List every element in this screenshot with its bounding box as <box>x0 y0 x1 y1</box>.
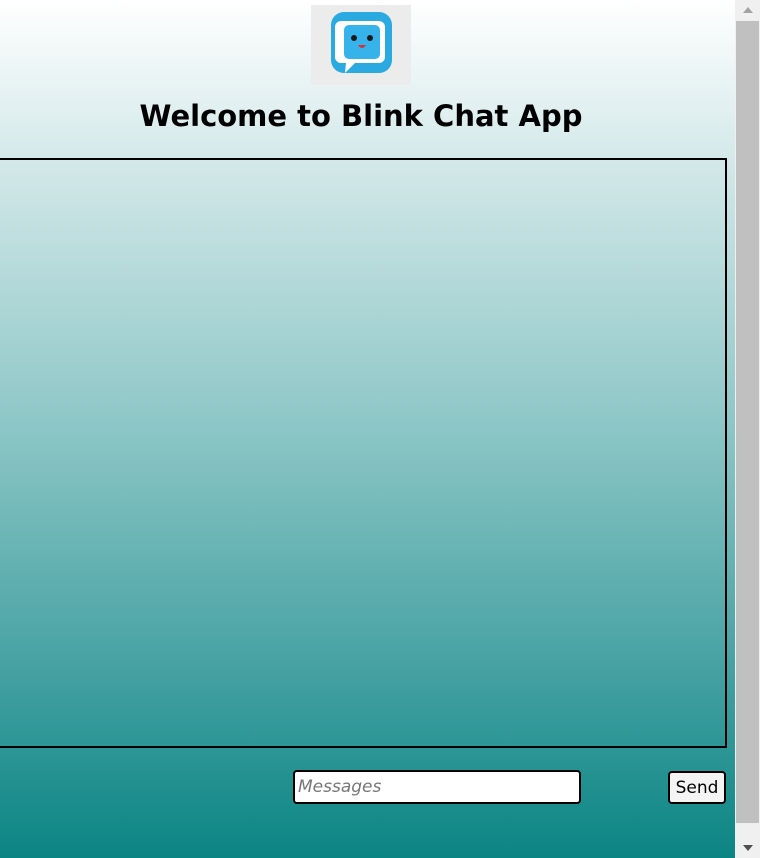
scrollbar-thumb[interactable] <box>736 21 759 823</box>
scroll-up-arrow-icon[interactable] <box>735 0 760 20</box>
app-logo <box>311 5 411 85</box>
chat-page: Welcome to Blink Chat App Send <box>0 0 735 858</box>
scroll-down-arrow-icon[interactable] <box>735 838 760 858</box>
page-title: Welcome to Blink Chat App <box>139 99 583 133</box>
vertical-scrollbar[interactable] <box>735 0 760 858</box>
message-input[interactable] <box>293 770 581 804</box>
send-button[interactable]: Send <box>668 771 726 804</box>
chat-bubble-face-icon <box>331 12 392 73</box>
chat-messages-area[interactable] <box>0 158 727 748</box>
